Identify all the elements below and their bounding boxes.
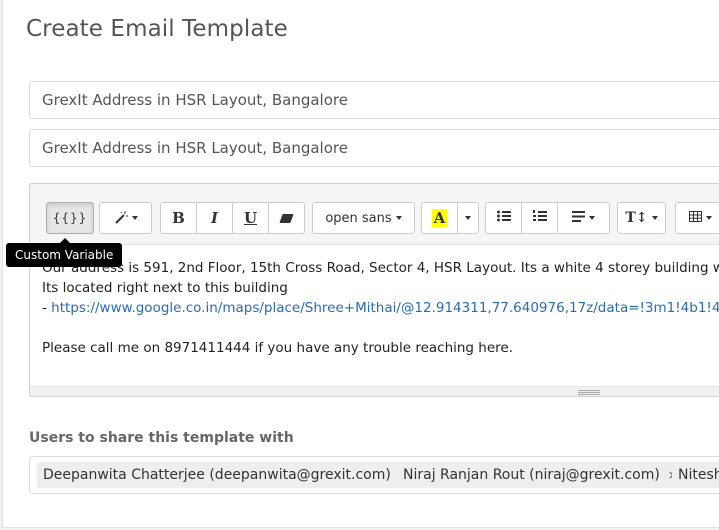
- insert-table-dropdown[interactable]: [675, 202, 719, 234]
- user-chip: Deepanwita Chatterjee (deepanwita@grexit…: [37, 462, 415, 488]
- underline-icon: U: [243, 209, 258, 227]
- chevron-down-icon: [395, 216, 402, 220]
- chevron-down-icon: [465, 216, 471, 220]
- numbered-list-icon: [532, 210, 547, 226]
- magic-style-button[interactable]: [99, 202, 152, 234]
- user-chip-label: Nitesh: [678, 467, 719, 483]
- font-size-icon: T↕: [625, 210, 648, 226]
- resize-grip-icon[interactable]: [578, 390, 600, 395]
- custom-variable-label: {{}}: [52, 211, 88, 225]
- underline-button[interactable]: U: [232, 202, 269, 234]
- rich-text-editor: {{}} B I U open sans A T↕ Our address is…: [29, 183, 719, 397]
- maps-link[interactable]: https://www.google.co.in/maps/place/Shre…: [51, 300, 719, 316]
- bullet-list-button[interactable]: [485, 202, 522, 234]
- share-users-label: Users to share this template with: [29, 430, 294, 446]
- italic-button[interactable]: I: [196, 202, 233, 234]
- editor-content[interactable]: Our address is 591, 2nd Floor, 15th Cros…: [30, 244, 719, 386]
- table-icon: [688, 210, 702, 226]
- font-family-dropdown[interactable]: open sans: [312, 202, 415, 234]
- custom-variable-button[interactable]: {{}}: [46, 202, 94, 234]
- magic-wand-icon: [114, 211, 128, 225]
- user-chip: Nitesh: [672, 462, 719, 488]
- font-size-dropdown[interactable]: T↕: [617, 202, 666, 234]
- bold-button[interactable]: B: [160, 202, 197, 234]
- link-prefix: -: [42, 300, 52, 316]
- editor-line: Our address is 591, 2nd Floor, 15th Cros…: [42, 260, 719, 276]
- font-family-value: open sans: [325, 210, 392, 226]
- chevron-down-icon: [589, 216, 595, 220]
- user-chip-label: Deepanwita Chatterjee (deepanwita@grexit…: [43, 467, 391, 483]
- chevron-down-icon: [705, 216, 712, 220]
- editor-line: Its located right next to this building: [42, 280, 288, 296]
- template-name-input[interactable]: GrexIt Address in HSR Layout, Bangalore: [29, 81, 719, 119]
- numbered-list-button[interactable]: [521, 202, 558, 234]
- bold-icon: B: [172, 209, 185, 227]
- share-users-input[interactable]: Deepanwita Chatterjee (deepanwita@grexit…: [29, 456, 719, 494]
- clear-format-button[interactable]: [268, 202, 305, 234]
- highlight-icon: A: [431, 209, 448, 227]
- editor-blank-line: [42, 318, 718, 338]
- user-chip-label: Niraj Ranjan Rout (niraj@grexit.com): [403, 467, 660, 483]
- italic-icon: I: [210, 209, 219, 227]
- editor-toolbar: {{}} B I U open sans A T↕: [30, 184, 719, 244]
- paragraph-align-dropdown[interactable]: [557, 202, 610, 234]
- align-left-icon: [572, 210, 585, 226]
- highlight-color-button[interactable]: A: [421, 202, 458, 234]
- editor-resize-bar[interactable]: [30, 386, 719, 396]
- chevron-down-icon: [131, 216, 138, 220]
- template-subject-input[interactable]: GrexIt Address in HSR Layout, Bangalore: [29, 129, 719, 167]
- user-chip: Niraj Ranjan Rout (niraj@grexit.com) ×: [397, 462, 684, 488]
- editor-line: Please call me on 8971411444 if you have…: [42, 340, 514, 356]
- editor-line: - https://www.google.co.in/maps/place/Sh…: [42, 298, 719, 318]
- custom-variable-tooltip: Custom Variable: [6, 238, 123, 267]
- color-dropdown-toggle[interactable]: [457, 202, 479, 234]
- eraser-icon: [279, 213, 294, 223]
- bullet-list-icon: [496, 210, 511, 226]
- page-title: Create Email Template: [26, 16, 288, 42]
- chevron-down-icon: [651, 216, 658, 220]
